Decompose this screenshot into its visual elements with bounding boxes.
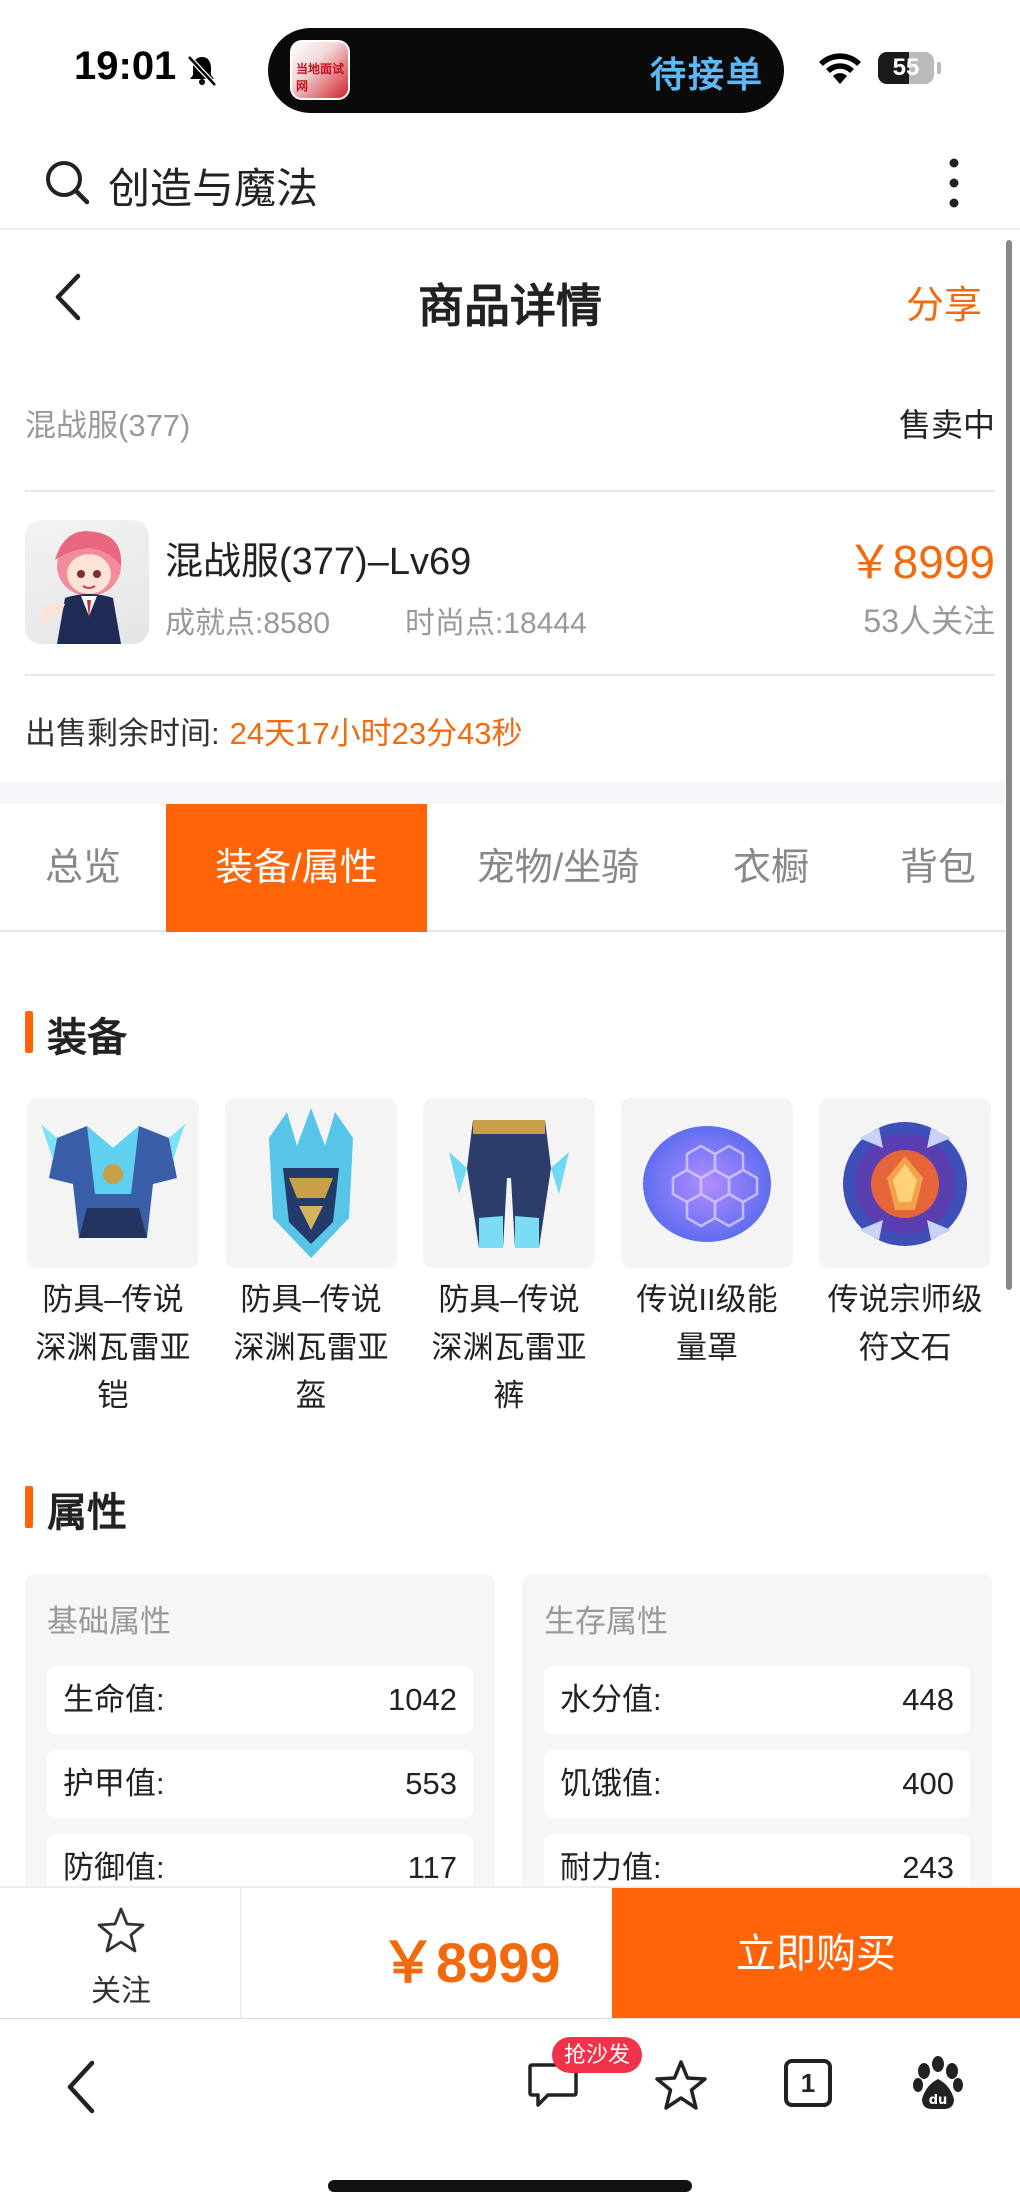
attribute-row: 护甲值: 553 <box>47 1750 473 1818</box>
buy-bar: 关注 ￥8999 立即购买 <box>0 1886 1020 2020</box>
buy-price: ￥8999 <box>380 1931 561 1994</box>
attribute-label: 护甲值: <box>63 1766 165 1801</box>
search-icon <box>46 161 90 205</box>
armor-pants-icon <box>423 1098 595 1268</box>
achievement-points: 成就点:8580 <box>165 607 331 640</box>
server-name: 混战服(377) <box>25 408 191 443</box>
server-row: 混战服(377) 售卖中 <box>25 400 995 445</box>
equipment-item[interactable]: 防具–传说深渊瓦雷亚铠 <box>27 1098 199 1420</box>
app-icon: 当地面试网 <box>290 40 350 100</box>
product-price: ￥8999 <box>846 536 995 588</box>
home-indicator[interactable] <box>328 2180 692 2192</box>
attribute-label: 耐力值: <box>560 1850 662 1885</box>
share-button[interactable]: 分享 <box>906 274 982 329</box>
rune-stone-icon <box>819 1098 991 1268</box>
remaining-time: 出售剩余时间: 24天17小时23分43秒 <box>25 708 523 753</box>
browser-search-bar[interactable]: 创造与魔法 <box>0 135 1020 230</box>
equipment-name: 传说宗师级符文石 <box>827 1282 983 1365</box>
attribute-row: 饥饿值: 400 <box>544 1750 970 1818</box>
product-name: 混战服(377)–Lv69 <box>165 541 472 583</box>
favorite-star-icon[interactable] <box>654 2059 708 2113</box>
equipment-item[interactable]: 传说II级能量罩 <box>621 1098 793 1372</box>
page-header: 商品详情 分享 <box>0 232 1000 362</box>
product-summary[interactable]: 混战服(377)–Lv69 成就点:8580 时尚点:18444 ￥8999 5… <box>25 520 995 650</box>
equipment-name: 防具–传说深渊瓦雷亚盔 <box>233 1282 389 1413</box>
basic-attributes-card: 基础属性 生命值: 1042 护甲值: 553 防御值: 117 <box>25 1574 495 1894</box>
page-title: 商品详情 <box>418 280 602 332</box>
status-bar: 19:01 当地面试网 待接单 55 <box>0 0 1020 135</box>
equipment-name: 防具–传说深渊瓦雷亚裤 <box>431 1282 587 1413</box>
dynamic-island[interactable]: 当地面试网 待接单 <box>268 28 784 113</box>
comment-badge: 抢沙发 <box>552 2037 643 2073</box>
attribute-value: 553 <box>405 1766 457 1801</box>
tab-backpack[interactable]: 背包 <box>853 804 1020 932</box>
follower-count: 53人关注 <box>863 603 995 639</box>
equipment-item[interactable]: 防具–传说深渊瓦雷亚裤 <box>423 1098 595 1420</box>
attribute-group-title: 生存属性 <box>544 1604 668 1639</box>
baidu-paw-icon[interactable]: du <box>910 2055 966 2113</box>
back-icon[interactable] <box>62 2059 98 2115</box>
character-portrait-icon <box>41 531 122 644</box>
tab-pets-mounts[interactable]: 宠物/坐骑 <box>427 804 689 932</box>
status-badge: 售卖中 <box>898 407 995 443</box>
wifi-icon <box>819 53 861 84</box>
fashion-points: 时尚点:18444 <box>405 607 587 640</box>
buy-now-button[interactable]: 立即购买 <box>612 1888 1020 2020</box>
attribute-value: 1042 <box>388 1682 457 1717</box>
tab-count-button[interactable]: 1 <box>784 2059 832 2107</box>
attribute-label: 生命值: <box>63 1682 165 1717</box>
more-vertical-icon[interactable] <box>944 155 964 211</box>
tab-wardrobe[interactable]: 衣橱 <box>689 804 853 932</box>
equipment-item[interactable]: 防具–传说深渊瓦雷亚盔 <box>225 1098 397 1420</box>
survival-attributes-card: 生存属性 水分值: 448 饥饿值: 400 耐力值: 243 <box>522 1574 992 1894</box>
tab-bar: 总览 装备/属性 宠物/坐骑 衣橱 背包 <box>0 804 1005 932</box>
battery-tip <box>937 62 941 74</box>
attribute-row: 生命值: 1042 <box>47 1666 473 1734</box>
status-time: 19:01 <box>74 44 177 88</box>
star-icon <box>97 1907 145 1953</box>
follow-label: 关注 <box>91 1975 151 2008</box>
equipment-item[interactable]: 传说宗师级符文石 <box>819 1098 991 1372</box>
attribute-label: 饥饿值: <box>560 1766 662 1801</box>
scrollbar[interactable] <box>1006 240 1012 1290</box>
equipment-list: 防具–传说深渊瓦雷亚铠 防具–传说深渊瓦雷亚盔 防具–传说深渊瓦雷亚裤 传说II… <box>25 1098 1000 1413</box>
attribute-row: 耐力值: 243 <box>544 1834 970 1894</box>
follow-button[interactable]: 关注 <box>0 1888 242 2020</box>
attribute-group-title: 基础属性 <box>47 1604 171 1639</box>
tab-equipment-attributes[interactable]: 装备/属性 <box>166 804 427 932</box>
remaining-time-label: 出售剩余时间: <box>25 716 220 751</box>
battery-level: 55 <box>892 54 920 81</box>
divider <box>25 490 995 492</box>
attribute-row: 水分值: 448 <box>544 1666 970 1734</box>
attribute-row: 防御值: 117 <box>47 1834 473 1894</box>
attribute-label: 水分值: <box>560 1682 662 1717</box>
battery-icon: 55 <box>878 52 934 84</box>
live-activity-text: 待接单 <box>649 54 764 95</box>
tab-overview[interactable]: 总览 <box>0 804 166 932</box>
attribute-value: 117 <box>407 1850 457 1885</box>
section-gap <box>0 782 1005 804</box>
attributes-section-title: 属性 <box>25 1480 127 1538</box>
attribute-value: 400 <box>902 1766 954 1801</box>
attribute-value: 243 <box>902 1850 954 1885</box>
equipment-section-title: 装备 <box>25 1005 127 1063</box>
equipment-name: 传说II级能量罩 <box>636 1282 778 1365</box>
app-badge-text: 当地面试网 <box>296 62 345 93</box>
armor-chest-icon <box>27 1098 199 1268</box>
attribute-label: 防御值: <box>63 1850 165 1885</box>
equipment-name: 防具–传说深渊瓦雷亚铠 <box>35 1282 191 1413</box>
bell-muted-icon <box>187 55 217 87</box>
avatar <box>25 520 149 644</box>
attribute-value: 448 <box>902 1682 954 1717</box>
remaining-time-value: 24天17小时23分43秒 <box>229 716 523 751</box>
search-query[interactable]: 创造与魔法 <box>108 155 318 216</box>
energy-shield-icon <box>621 1098 793 1268</box>
svg-text:du: du <box>929 2093 948 2108</box>
armor-helmet-icon <box>225 1098 397 1268</box>
divider <box>25 674 995 676</box>
